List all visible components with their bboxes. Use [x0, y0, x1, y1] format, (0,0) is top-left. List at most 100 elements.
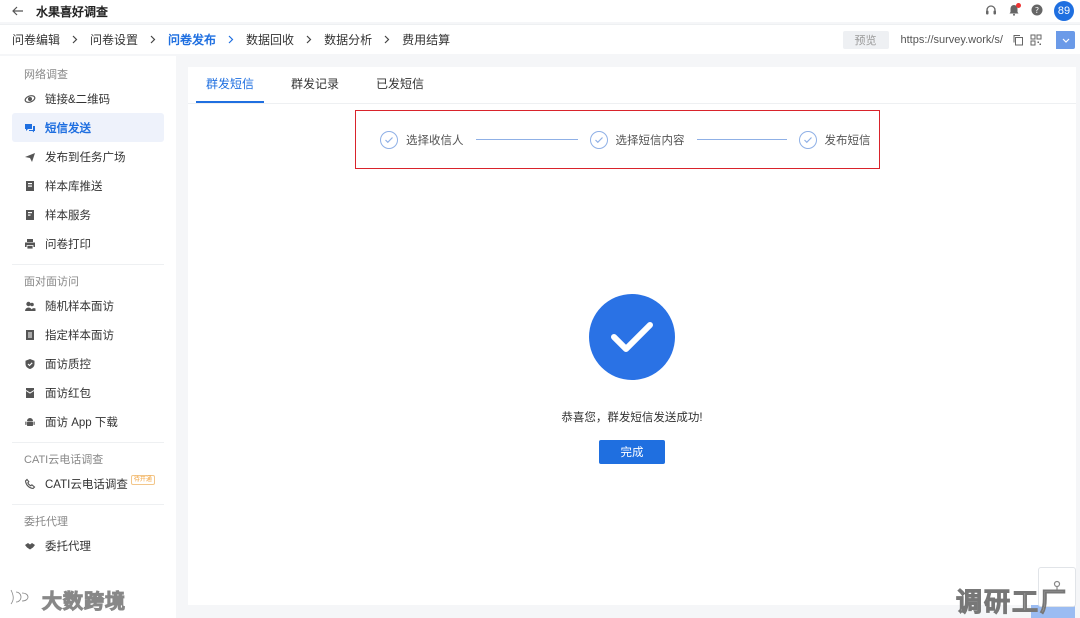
- tab-bar: 群发短信 群发记录 已发短信: [188, 67, 1076, 104]
- crumb-billing[interactable]: 费用结算: [402, 31, 450, 48]
- header-actions: ? 89: [985, 1, 1074, 21]
- tab-sent-sms[interactable]: 已发短信: [366, 66, 434, 103]
- crumb-edit[interactable]: 问卷编辑: [12, 31, 60, 48]
- done-button[interactable]: 完成: [599, 440, 665, 464]
- update-split-button: 更新: [1030, 31, 1075, 618]
- sidebar-item-task-square[interactable]: 发布到任务广场: [12, 142, 164, 171]
- check-circle-icon: [380, 130, 398, 149]
- chevron-right-icon: [382, 35, 392, 45]
- sidebar-item-label: 短信发送: [45, 122, 91, 135]
- sidebar-item-label: 面访红包: [45, 387, 91, 400]
- chevron-right-icon: [70, 35, 80, 45]
- main-panel: 群发短信 群发记录 已发短信 选择收信人 选择短信内容 发布短信 恭喜您，群发短…: [188, 67, 1076, 605]
- app-title: 水果喜好调查: [36, 4, 109, 19]
- sidebar-item-label: 面访 App 下载: [45, 416, 118, 429]
- help-icon[interactable]: ?: [1031, 4, 1043, 19]
- sidebar-item-sample-push[interactable]: 样本库推送: [12, 171, 164, 200]
- svg-text:?: ?: [1035, 6, 1039, 15]
- chevron-down-icon: [1062, 33, 1070, 47]
- preview-button[interactable]: 预览: [842, 31, 889, 49]
- link-icon: [24, 93, 36, 105]
- divider: [12, 264, 164, 265]
- sidebar-item-sample-service[interactable]: 样本服务: [12, 200, 164, 229]
- crumb-settings[interactable]: 问卷设置: [90, 31, 138, 48]
- sidebar-item-label: 样本服务: [45, 209, 91, 222]
- sidebar-item-label: 指定样本面访: [45, 329, 114, 342]
- survey-link-bar: 预览 https://survey.work/s/ 更新: [842, 31, 1075, 618]
- send-icon: [24, 151, 36, 163]
- sidebar-item-sms[interactable]: 短信发送: [12, 113, 164, 142]
- step-label: 选择收信人: [406, 134, 464, 147]
- group-title-cati: CATI云电话调查: [24, 454, 104, 466]
- document-icon: [24, 329, 36, 341]
- sidebar-item-label: 随机样本面访: [45, 300, 114, 313]
- crumb-collect[interactable]: 数据回收: [246, 31, 294, 48]
- sidebar-item-label: 委托代理: [45, 540, 91, 553]
- back-arrow-icon[interactable]: [12, 5, 24, 17]
- headset-icon[interactable]: [985, 4, 997, 19]
- sidebar-item-quality-control[interactable]: 面访质控: [12, 349, 164, 378]
- divider: [12, 442, 164, 443]
- chevron-right-icon: [226, 35, 236, 45]
- users-icon: [24, 300, 36, 312]
- group-title-agency: 委托代理: [24, 516, 68, 528]
- check-circle-icon: [589, 130, 608, 149]
- crumb-publish[interactable]: 问卷发布: [168, 31, 216, 48]
- sample-service-icon: [24, 209, 36, 221]
- step-select-content: 选择短信内容: [589, 130, 685, 149]
- sidebar-item-label: 面访质控: [45, 358, 91, 371]
- survey-url: https://survey.work/s/: [900, 34, 1004, 46]
- sidebar-item-specified-sample[interactable]: 指定样本面访: [12, 320, 164, 349]
- sidebar-item-cati[interactable]: CATI云电话调查 待开通: [12, 469, 164, 498]
- step-connector: [475, 139, 578, 140]
- tab-group-sms[interactable]: 群发短信: [196, 66, 265, 103]
- phone-icon: [24, 478, 36, 490]
- user-avatar[interactable]: 89: [1054, 1, 1074, 21]
- step-connector: [696, 139, 787, 140]
- update-dropdown-button[interactable]: [1055, 31, 1075, 49]
- qrcode-icon[interactable]: [1029, 33, 1043, 47]
- sidebar-item-random-sample[interactable]: 随机样本面访: [12, 291, 164, 320]
- watermark-left-text: 大数跨境: [42, 591, 126, 614]
- sidebar-item-app-download[interactable]: 面访 App 下载: [12, 407, 164, 436]
- sidebar-item-label: 链接&二维码: [45, 93, 111, 106]
- chat-icon: [24, 122, 36, 134]
- top-header: 水果喜好调查 ? 89: [0, 0, 1080, 22]
- success-check-icon: [589, 294, 675, 380]
- sidebar-item-print[interactable]: 问卷打印: [12, 229, 164, 258]
- success-message: 恭喜您，群发短信发送成功!: [561, 412, 703, 424]
- sidebar: 网络调查 链接&二维码 短信发送 发布到任务广场 样本库推送 样本服务 问卷打印…: [0, 56, 176, 618]
- sidebar-item-label: CATI云电话调查: [45, 478, 128, 491]
- handshake-icon: [24, 540, 36, 552]
- sidebar-item-label: 样本库推送: [45, 180, 103, 193]
- step-label: 发布短信: [824, 134, 871, 147]
- sample-push-icon: [24, 180, 36, 192]
- printer-icon: [24, 238, 36, 250]
- step-label: 选择短信内容: [615, 134, 685, 147]
- check-circle-icon: [798, 130, 817, 149]
- shield-icon: [24, 358, 36, 370]
- logo-icon: [8, 587, 38, 613]
- crumb-analysis[interactable]: 数据分析: [324, 31, 372, 48]
- watermark-right: 调研工厂: [955, 587, 1068, 618]
- sidebar-item-label: 发布到任务广场: [45, 151, 126, 164]
- red-packet-icon: [24, 387, 36, 399]
- divider: [12, 504, 164, 505]
- sidebar-item-red-packet[interactable]: 面访红包: [12, 378, 164, 407]
- steps-progress: 选择收信人 选择短信内容 发布短信: [355, 110, 880, 169]
- android-icon: [24, 416, 36, 428]
- bell-icon[interactable]: [1008, 2, 1021, 19]
- pending-badge: 待开通: [130, 474, 155, 485]
- sidebar-item-agency[interactable]: 委托代理: [12, 531, 164, 560]
- sidebar-item-link-qrcode[interactable]: 链接&二维码: [12, 84, 164, 113]
- sidebar-item-label: 问卷打印: [45, 238, 91, 251]
- step-select-recipients: 选择收信人: [380, 130, 464, 149]
- copy-icon[interactable]: [1011, 33, 1025, 47]
- breadcrumb: 问卷编辑 问卷设置 问卷发布 数据回收 数据分析 费用结算: [12, 31, 450, 48]
- chevron-right-icon: [148, 35, 158, 45]
- group-title-face-to-face: 面对面访问: [24, 276, 79, 288]
- tab-send-records[interactable]: 群发记录: [281, 66, 349, 103]
- workflow-nav: 问卷编辑 问卷设置 问卷发布 数据回收 数据分析 费用结算 预览 https:/…: [0, 24, 1080, 618]
- watermark-left: 大数跨境: [8, 585, 126, 614]
- step-publish: 发布短信: [798, 130, 871, 149]
